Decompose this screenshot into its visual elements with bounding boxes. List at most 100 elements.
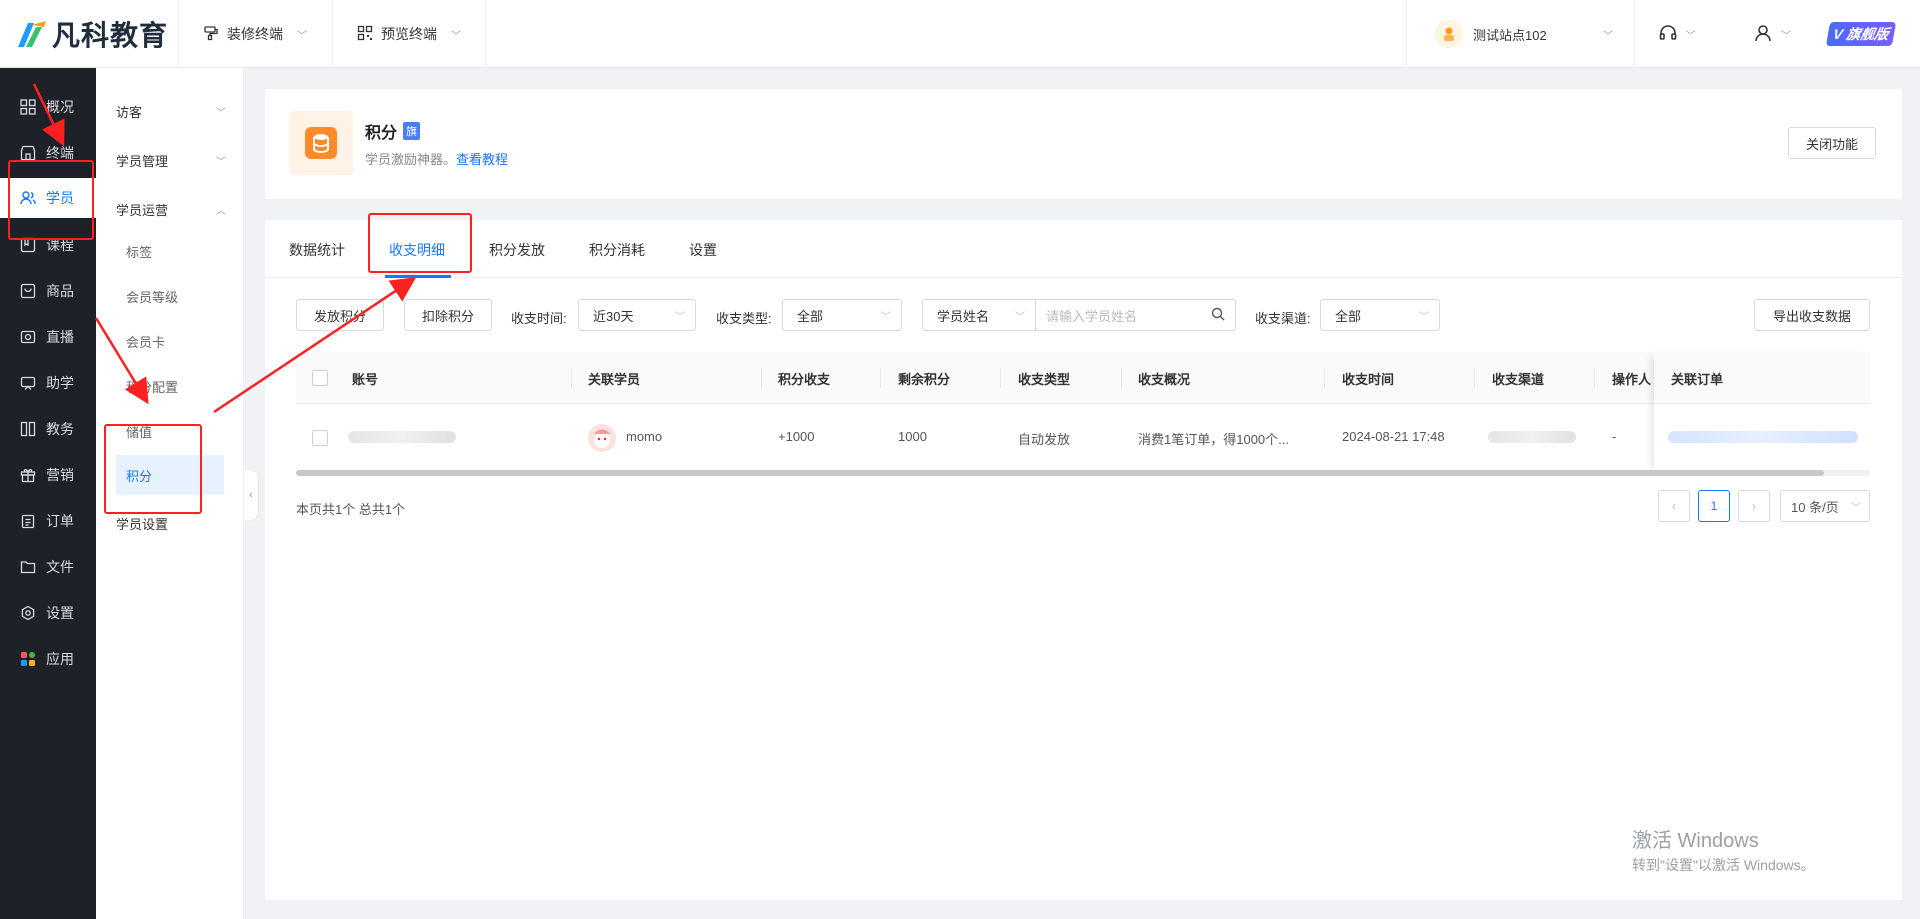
subnav-item-points-config[interactable]: 积分配置	[126, 377, 178, 396]
subnav-item-member-levels[interactable]: 会员等级	[126, 287, 178, 306]
sidebar-item-files[interactable]: 文件	[0, 547, 96, 587]
sidebar-item-goods[interactable]: 商品	[0, 271, 96, 311]
student-name[interactable]: momo	[626, 429, 662, 444]
sidebar-item-settings[interactable]: 设置	[0, 593, 96, 633]
collapse-sidebar-button[interactable]: ‹	[244, 470, 258, 520]
chevron-down-icon: ﹀	[1419, 311, 1429, 323]
sidebar-item-terminal[interactable]: 终端	[0, 133, 96, 173]
camera-icon	[20, 329, 36, 345]
column-header: 积分收支	[778, 372, 831, 387]
column-header: 剩余积分	[898, 372, 951, 387]
headset-icon	[1658, 23, 1678, 46]
tutorial-link[interactable]: 查看教程	[456, 152, 508, 167]
scrollbar-thumb[interactable]	[296, 470, 1824, 476]
edition-badge: V 旗舰版	[1825, 22, 1897, 46]
subnav-group-student-operations[interactable]: 学员运营 ︿	[116, 200, 226, 219]
export-data-button[interactable]: 导出收支数据	[1754, 299, 1870, 331]
column-divider	[1594, 368, 1595, 388]
flagship-tag: 旗	[403, 122, 421, 140]
sidebar-item-label: 教务	[46, 421, 74, 437]
clipboard-icon	[20, 513, 36, 529]
search-field-select[interactable]: 学员姓名 ﹀	[922, 299, 1036, 331]
search-icon[interactable]	[1211, 307, 1225, 324]
channel-select[interactable]: 全部 ﹀	[1320, 299, 1440, 331]
nav-decorate-terminal[interactable]: 装修终端 ﹀	[178, 0, 331, 68]
watermark-line: 转到"设置"以激活 Windows。	[1632, 857, 1815, 873]
sidebar-item-students[interactable]: 学员	[0, 178, 96, 218]
qrcode-icon	[357, 25, 373, 44]
sidebar-item-overview[interactable]: 概况	[0, 87, 96, 127]
order-link-redacted[interactable]	[1668, 431, 1858, 443]
sidebar-item-live[interactable]: 直播	[0, 317, 96, 357]
time-range-select[interactable]: 近30天 ﹀	[578, 299, 696, 331]
tab-points-issue[interactable]: 积分发放	[489, 240, 545, 260]
sidebar-item-courses[interactable]: 课程	[0, 225, 96, 265]
sidebar-item-label: 文件	[46, 559, 74, 575]
feature-description: 学员激励神器。查看教程	[365, 149, 508, 168]
site-switcher[interactable]: 测试站点102 ﹀	[1406, 0, 1634, 68]
tab-points-consumption[interactable]: 积分消耗	[589, 240, 645, 260]
deduct-points-button[interactable]: 扣除积分	[404, 299, 492, 331]
sidebar-item-apps[interactable]: 应用	[0, 639, 96, 679]
student-name-search[interactable]: 请输入学员姓名	[1036, 299, 1236, 331]
nav-preview-terminal[interactable]: 预览终端 ﹀	[332, 0, 486, 68]
chevron-down-icon: ﹀	[881, 311, 891, 323]
subnav-group-label: 学员设置	[116, 517, 169, 532]
subnav-item-stored-value[interactable]: 储值	[126, 422, 152, 441]
row-checkbox[interactable]	[312, 430, 328, 446]
subnav-group-visitors[interactable]: 访客 ﹀	[116, 102, 226, 121]
support-menu[interactable]: ﹀	[1634, 0, 1718, 68]
subnav-item-tags[interactable]: 标签	[126, 242, 152, 261]
sidebar-item-academic[interactable]: 教务	[0, 409, 96, 449]
sidebar-item-marketing[interactable]: 营销	[0, 455, 96, 495]
prev-page-button[interactable]: ‹	[1658, 490, 1690, 522]
subnav-group-student-settings[interactable]: 学员设置	[116, 514, 226, 533]
select-value: 学员姓名	[937, 308, 990, 324]
select-all-checkbox[interactable]	[312, 370, 328, 386]
search-input[interactable]: 请输入学员姓名	[1046, 306, 1137, 325]
select-value: 全部	[1335, 308, 1362, 324]
nav-label: 装修终端	[227, 26, 283, 42]
gear-icon	[20, 605, 36, 621]
user-menu[interactable]: ﹀	[1730, 0, 1814, 68]
issue-points-button[interactable]: 发放积分	[296, 299, 384, 331]
tab-data-stats[interactable]: 数据统计	[289, 240, 345, 260]
sidebar-item-assist[interactable]: 助学	[0, 363, 96, 403]
select-value: 10 条/页	[1791, 499, 1839, 515]
table-row[interactable]: momo +1000 1000 自动发放 消费1笔订单，得1000个... 20…	[296, 404, 1870, 472]
sidebar-item-label: 商品	[46, 283, 74, 299]
sidebar-item-orders[interactable]: 订单	[0, 501, 96, 541]
grid-icon	[20, 99, 36, 115]
type-select[interactable]: 全部 ﹀	[782, 299, 902, 331]
tab-settings[interactable]: 设置	[689, 240, 717, 260]
column-header: 收支概况	[1138, 372, 1191, 387]
page-number-button[interactable]: 1	[1698, 490, 1730, 522]
page-size-select[interactable]: 10 条/页 ﹀	[1780, 490, 1870, 522]
subnav-item-points[interactable]: 积分	[116, 455, 224, 495]
account-redacted	[348, 431, 456, 443]
chevron-up-icon: ︿	[216, 206, 226, 217]
column-divider	[1324, 368, 1325, 388]
column-header: 操作人	[1612, 372, 1652, 387]
sub-sidebar: 访客 ﹀ 学员管理 ﹀ 学员运营 ︿ 标签 会员等级 会员卡 积分配置 储值 积…	[96, 68, 244, 919]
column-divider	[880, 368, 881, 388]
chevron-down-icon: ﹀	[1851, 502, 1861, 514]
pagination-summary: 本页共1个 总共1个	[296, 502, 406, 517]
operator: -	[1612, 429, 1617, 444]
gift-icon	[20, 467, 36, 483]
tab-income-expense-details[interactable]: 收支明细	[389, 240, 445, 260]
store-icon	[20, 145, 36, 161]
avatar	[588, 424, 616, 452]
close-feature-button[interactable]: 关闭功能	[1788, 127, 1876, 159]
main-sidebar: 概况 终端 学员 课程 商品 直播 助学 教务 营销 订单 文件 设置 应用	[0, 68, 96, 919]
brand-logo[interactable]: 凡科教育	[14, 14, 168, 54]
subnav-item-member-cards[interactable]: 会员卡	[126, 332, 165, 351]
paint-roller-icon	[203, 25, 219, 44]
brand-name: 凡科教育	[52, 20, 169, 51]
next-page-button[interactable]: ›	[1738, 490, 1770, 522]
horizontal-scrollbar[interactable]	[296, 470, 1870, 476]
subnav-group-student-management[interactable]: 学员管理 ﹀	[116, 151, 226, 170]
chevron-down-icon: ﹀	[675, 311, 685, 323]
active-tab-indicator	[385, 275, 451, 278]
chevron-left-icon: ‹	[249, 489, 253, 501]
